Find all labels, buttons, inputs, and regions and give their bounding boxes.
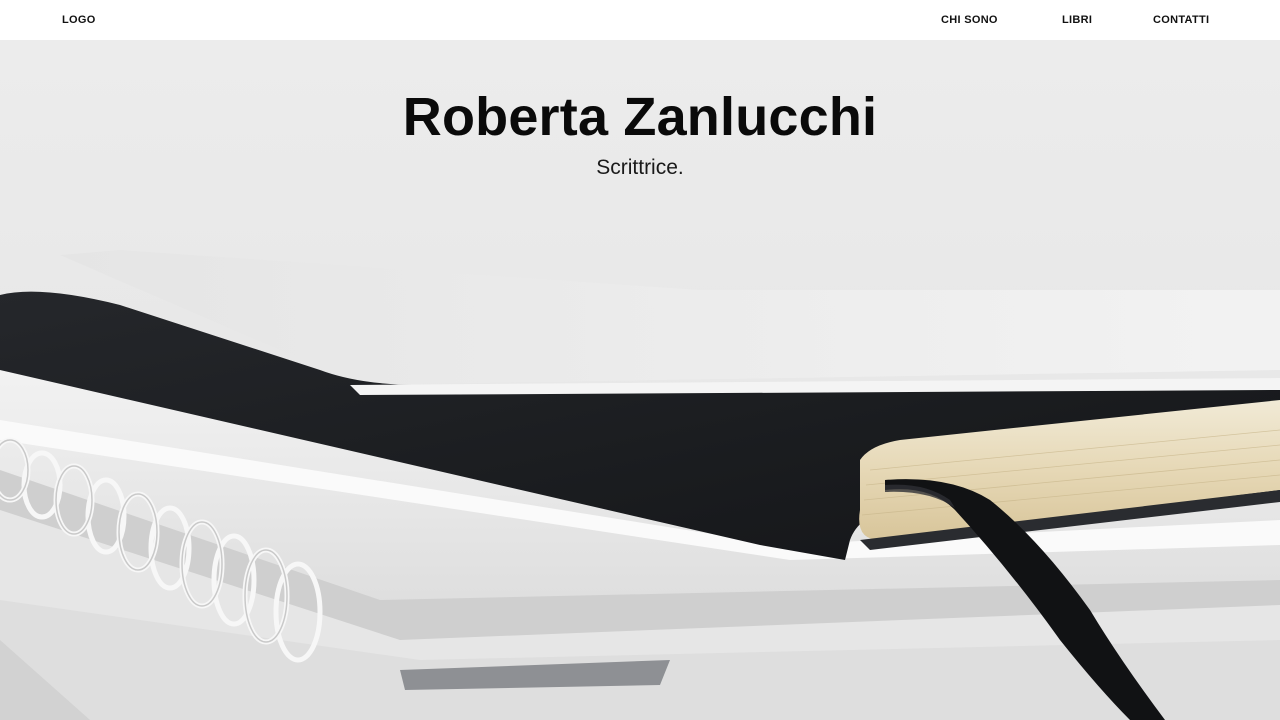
nav-link-chi-sono[interactable]: CHI SONO <box>941 14 998 26</box>
nav-link-contatti[interactable]: CONTATTI <box>1153 14 1209 26</box>
page: LOGO CHI SONO LIBRI CONTATTI Roberta Zan… <box>0 0 1280 720</box>
logo-link[interactable]: LOGO <box>62 14 96 26</box>
hero-title: Roberta Zanlucchi <box>402 87 878 147</box>
hero-subtitle: Scrittrice. <box>596 156 684 179</box>
top-navigation-bar: LOGO CHI SONO LIBRI CONTATTI <box>0 0 1280 40</box>
nav-link-libri[interactable]: LIBRI <box>1062 14 1092 26</box>
hero-section: Roberta Zanlucchi Scrittrice. <box>0 40 1280 720</box>
